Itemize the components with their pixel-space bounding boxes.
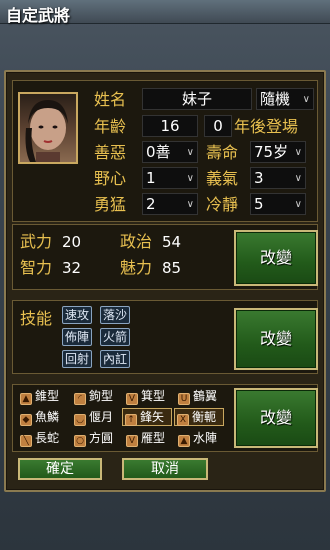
formation-icon: ○	[74, 435, 86, 447]
formation-item[interactable]: ◆ 魚鱗	[18, 409, 59, 427]
formation-item[interactable]: ╲ 長蛇	[18, 430, 59, 448]
politics-value: 54	[162, 233, 182, 251]
formation-label: 偃月	[89, 410, 114, 424]
formation-label: 鉤型	[89, 389, 114, 403]
title-bar: 自定武將	[0, 0, 330, 25]
formation-icon: ↑	[125, 414, 137, 426]
window-title: 自定武將	[6, 6, 71, 25]
random-select[interactable]: 隨機 ∨	[256, 88, 314, 110]
formation-icon: V	[126, 393, 138, 405]
age-field[interactable]: 16	[142, 115, 198, 137]
formation-icon: V	[126, 435, 138, 447]
portrait-image[interactable]	[18, 92, 78, 164]
appear-years-field[interactable]: 0	[204, 115, 232, 137]
formation-icon: ◜	[74, 393, 86, 405]
formation-item[interactable]: ◡ 偃月	[72, 409, 113, 427]
formation-item[interactable]: ▲ 水陣	[176, 430, 217, 448]
appear-years-value: 0	[213, 117, 223, 135]
chevron-down-icon: ∨	[294, 199, 302, 210]
formation-icon: ▲	[178, 435, 190, 447]
ambition-select[interactable]: 1 ∨	[142, 167, 198, 189]
age-value: 16	[160, 117, 180, 135]
formation-icon: U	[178, 393, 190, 405]
formation-icon: ▲	[20, 393, 32, 405]
chevron-down-icon: ∨	[294, 147, 302, 158]
formation-item[interactable]: ○ 方圓	[72, 430, 113, 448]
formation-label: 箕型	[141, 389, 166, 403]
chevron-down-icon: ∨	[302, 94, 310, 105]
name-value: 妹子	[181, 90, 212, 108]
appear-label: 年後登場	[234, 117, 299, 136]
skill-tag[interactable]: 速攻	[62, 306, 93, 324]
cancel-button[interactable]: 取消	[122, 458, 208, 480]
bravery-label: 勇猛	[94, 195, 127, 214]
formation-label: 魚鱗	[35, 410, 60, 424]
formation-label: 長蛇	[35, 431, 60, 445]
formation-label: 雁型	[141, 431, 166, 445]
chevron-down-icon: ∨	[294, 173, 302, 184]
formation-item[interactable]: ▲ 錐型	[18, 388, 59, 406]
formation-icon: ╲	[20, 435, 32, 447]
formation-item[interactable]: U 鶴翼	[176, 388, 217, 406]
formation-label: 水陣	[193, 431, 218, 445]
intellect-value: 32	[62, 259, 82, 277]
good-evil-label: 善惡	[94, 143, 127, 162]
formation-icon: ◡	[74, 414, 86, 426]
intellect-label: 智力	[20, 258, 53, 277]
bravery-select[interactable]: 2 ∨	[142, 193, 198, 215]
skills-change-button[interactable]: 改變	[234, 308, 318, 370]
formation-item[interactable]: V 箕型	[124, 388, 165, 406]
formations-change-button[interactable]: 改變	[234, 388, 318, 448]
formation-label: 錐型	[35, 389, 60, 403]
chevron-down-icon: ∨	[186, 199, 194, 210]
charm-value: 85	[162, 259, 182, 277]
formation-label: 方圓	[89, 431, 114, 445]
chevron-down-icon: ∨	[186, 147, 194, 158]
formation-icon: X	[177, 414, 189, 426]
ambition-value: 1	[146, 169, 156, 187]
random-select-value: 隨機	[260, 90, 291, 108]
skill-tag[interactable]: 回射	[62, 350, 93, 368]
name-field[interactable]: 妹子	[142, 88, 252, 110]
chevron-down-icon: ∨	[186, 173, 194, 184]
formation-item[interactable]: X 衡軛	[174, 408, 224, 426]
ambition-label: 野心	[94, 169, 127, 188]
formation-label: 衡軛	[192, 410, 217, 424]
skill-tag[interactable]: 落沙	[100, 306, 131, 324]
confirm-button[interactable]: 確定	[18, 458, 102, 480]
stats-change-button[interactable]: 改變	[234, 230, 318, 286]
good-evil-value: 0善	[146, 143, 171, 161]
formation-label: 鋒矢	[140, 410, 165, 424]
war-value: 20	[62, 233, 82, 251]
loyalty-select[interactable]: 3 ∨	[250, 167, 306, 189]
skill-tag[interactable]: 火箭	[100, 328, 131, 346]
skill-tag[interactable]: 內訌	[100, 350, 131, 368]
calm-select[interactable]: 5 ∨	[250, 193, 306, 215]
formation-icon: ◆	[20, 414, 32, 426]
age-label: 年齡	[94, 117, 127, 136]
good-evil-select[interactable]: 0善 ∨	[142, 141, 198, 163]
bravery-value: 2	[146, 195, 156, 213]
formation-item[interactable]: V 雁型	[124, 430, 165, 448]
lifespan-label: 壽命	[206, 143, 239, 162]
loyalty-label: 義氣	[206, 169, 239, 188]
formation-item[interactable]: ◜ 鉤型	[72, 388, 113, 406]
skills-label: 技能	[20, 309, 53, 328]
skill-tag[interactable]: 佈陣	[62, 328, 93, 346]
lifespan-value: 75岁	[254, 143, 289, 161]
formation-item[interactable]: ↑ 鋒矢	[122, 408, 172, 426]
charm-label: 魅力	[120, 258, 153, 277]
calm-label: 冷靜	[206, 195, 239, 214]
calm-value: 5	[254, 195, 264, 213]
formation-label: 鶴翼	[193, 389, 218, 403]
loyalty-value: 3	[254, 169, 264, 187]
name-label: 姓名	[94, 90, 127, 109]
lifespan-select[interactable]: 75岁 ∨	[250, 141, 306, 163]
war-label: 武力	[20, 232, 53, 251]
politics-label: 政治	[120, 232, 153, 251]
